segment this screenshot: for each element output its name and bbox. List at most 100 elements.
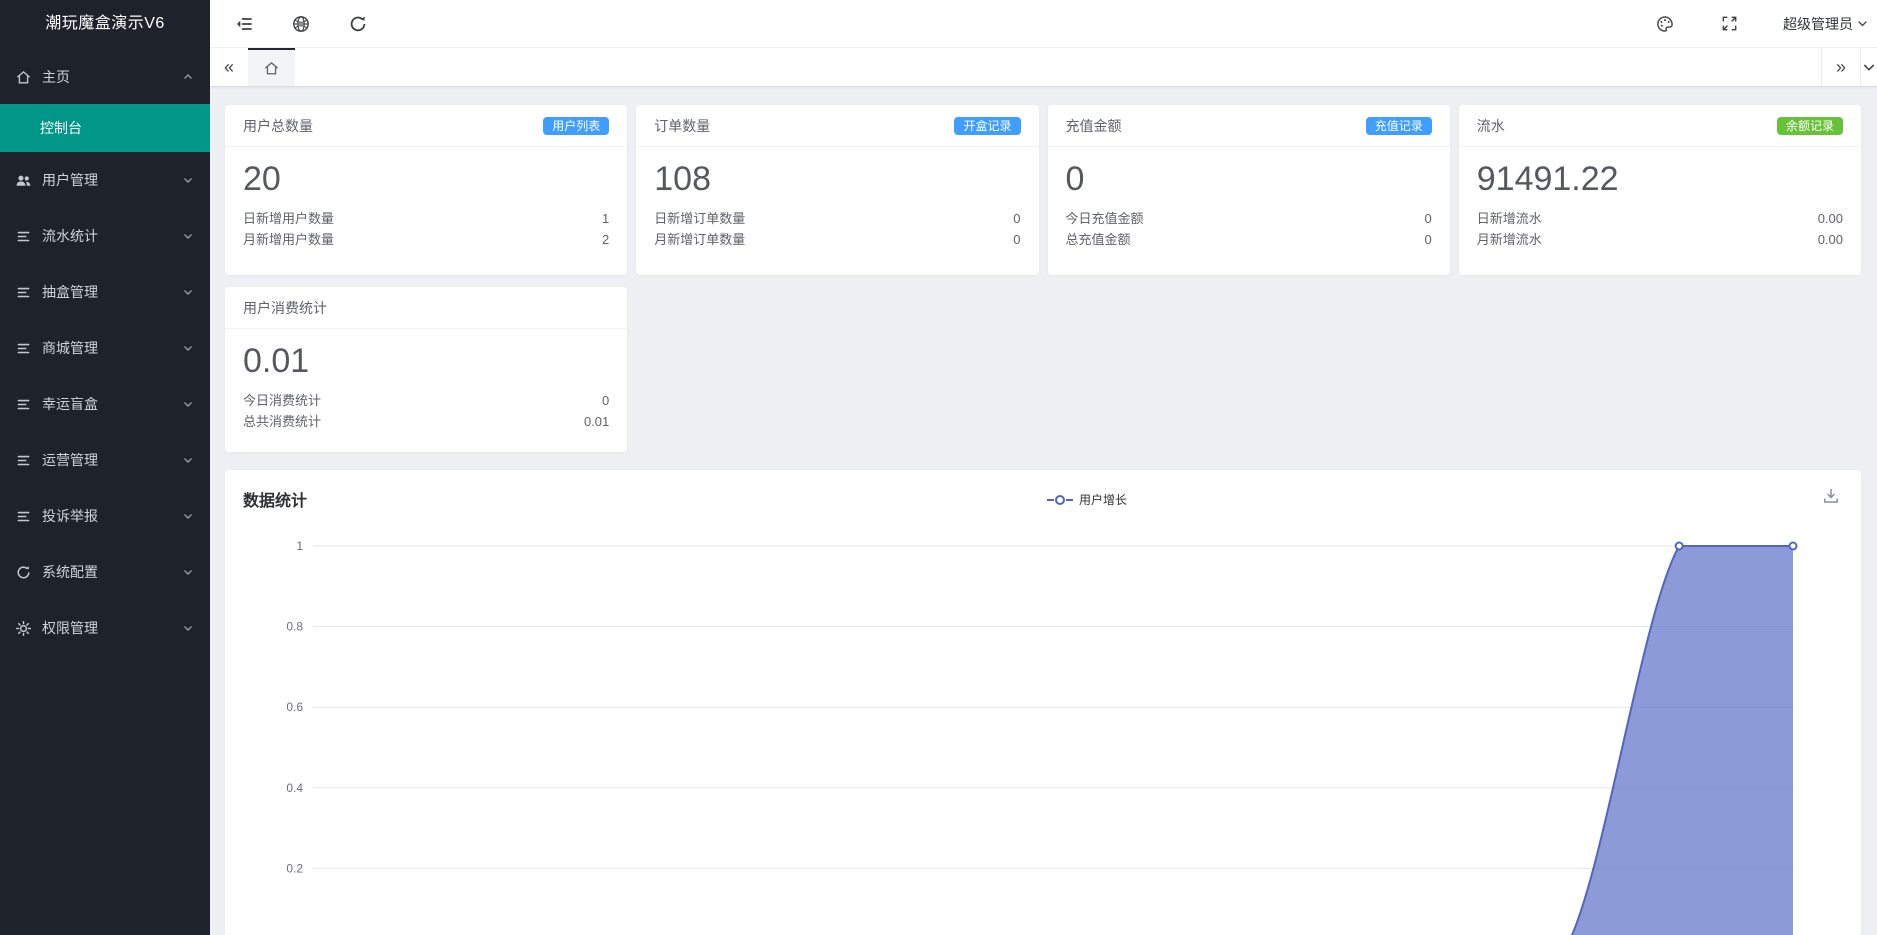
sidebar-item-home[interactable]: 主页 bbox=[0, 50, 210, 104]
card-row-label: 日新增用户数量 bbox=[243, 208, 334, 229]
chevron-down-icon bbox=[182, 454, 194, 466]
stat-cards-row-2: 用户消费统计 0.01 今日消费统计 0 总共消费统计 0.01 bbox=[225, 287, 1861, 452]
card-row-label: 日新增流水 bbox=[1477, 208, 1542, 229]
card-row: 今日消费统计 0 bbox=[225, 390, 627, 411]
chart-card: 数据统计 用户增长 10.80.60.40.2 bbox=[225, 470, 1861, 935]
theme-palette-icon[interactable] bbox=[1655, 14, 1675, 34]
svg-text:0.4: 0.4 bbox=[286, 781, 303, 795]
chevron-down-icon bbox=[182, 174, 194, 186]
sidebar-item-sys-config[interactable]: 系统配置 bbox=[0, 544, 210, 600]
stat-cards-row: 用户总数量 用户列表 20 日新增用户数量 1 月新增用户数量 2 订单数量 开… bbox=[225, 105, 1861, 275]
balance-records-badge[interactable]: 余额记录 bbox=[1777, 117, 1843, 135]
card-row-label: 月新增用户数量 bbox=[243, 229, 334, 250]
user-menu[interactable]: 超级管理员 bbox=[1783, 14, 1869, 34]
sidebar-item-box-mgmt[interactable]: 抽盒管理 bbox=[0, 264, 210, 320]
home-icon bbox=[263, 60, 280, 77]
legend-line-marker-icon bbox=[1047, 494, 1073, 506]
user-growth-area-chart[interactable]: 10.80.60.40.2 bbox=[225, 530, 1861, 935]
tabs-scroll-right-icon[interactable]: » bbox=[1821, 48, 1861, 86]
sidebar-item-mall-mgmt[interactable]: 商城管理 bbox=[0, 320, 210, 376]
tab-home[interactable] bbox=[248, 48, 295, 86]
card-consumption: 用户消费统计 0.01 今日消费统计 0 总共消费统计 0.01 bbox=[225, 287, 627, 452]
chart-legend[interactable]: 用户增长 bbox=[269, 491, 1861, 508]
card-row-value: 1 bbox=[602, 208, 609, 229]
card-orders: 订单数量 开盒记录 108 日新增订单数量 0 月新增订单数量 0 bbox=[636, 105, 1038, 275]
sidebar-item-user-mgmt[interactable]: 用户管理 bbox=[0, 152, 210, 208]
sidebar-item-label: 幸运盲盒 bbox=[42, 394, 182, 414]
sidebar-menu: 主页 控制台 用户管理 流水统计 bbox=[0, 50, 210, 656]
gear-icon bbox=[14, 619, 32, 637]
sidebar-item-ops-mgmt[interactable]: 运营管理 bbox=[0, 432, 210, 488]
sidebar-item-perm-mgmt[interactable]: 权限管理 bbox=[0, 600, 210, 656]
chevron-down-icon bbox=[182, 286, 194, 298]
card-row-label: 今日消费统计 bbox=[243, 390, 321, 411]
chevron-down-icon bbox=[1856, 17, 1869, 30]
card-row: 日新增订单数量 0 bbox=[636, 208, 1038, 229]
legend-label: 用户增长 bbox=[1079, 491, 1127, 508]
sidebar-item-label: 权限管理 bbox=[42, 618, 182, 638]
home-icon bbox=[14, 68, 32, 86]
card-title: 用户总数量 bbox=[243, 116, 313, 136]
sidebar-item-complaints[interactable]: 投诉举报 bbox=[0, 488, 210, 544]
sync-icon bbox=[14, 563, 32, 581]
sidebar-item-flow-stats[interactable]: 流水统计 bbox=[0, 208, 210, 264]
tabs-scroll-left-icon[interactable]: « bbox=[210, 48, 248, 86]
card-row-label: 总充值金额 bbox=[1066, 229, 1131, 250]
tabs-dropdown-icon[interactable] bbox=[1861, 48, 1877, 86]
sidebar-item-label: 运营管理 bbox=[42, 450, 182, 470]
card-row-value: 0 bbox=[1425, 229, 1432, 250]
topbar-right: 超级管理员 bbox=[1655, 14, 1869, 34]
card-row-label: 总共消费统计 bbox=[243, 411, 321, 432]
main-area: 超级管理员 « » 用户总数量 用户列表 bbox=[210, 0, 1877, 935]
card-value: 91491.22 bbox=[1477, 160, 1843, 199]
list-icon bbox=[14, 339, 32, 357]
chevron-down-icon bbox=[182, 622, 194, 634]
open-box-records-badge[interactable]: 开盒记录 bbox=[954, 117, 1020, 135]
card-row-value: 0.01 bbox=[584, 411, 609, 432]
sidebar-item-label: 主页 bbox=[42, 67, 182, 87]
sidebar-item-label: 用户管理 bbox=[42, 170, 182, 190]
sidebar-item-console[interactable]: 控制台 bbox=[0, 104, 210, 152]
card-row: 日新增用户数量 1 bbox=[225, 208, 627, 229]
svg-text:1: 1 bbox=[296, 539, 303, 553]
card-total-users: 用户总数量 用户列表 20 日新增用户数量 1 月新增用户数量 2 bbox=[225, 105, 627, 275]
card-flow: 流水 余额记录 91491.22 日新增流水 0.00 月新增流水 0.00 bbox=[1459, 105, 1861, 275]
chevron-down-icon bbox=[182, 230, 194, 242]
chevron-down-icon bbox=[182, 398, 194, 410]
recharge-records-badge[interactable]: 充值记录 bbox=[1366, 117, 1432, 135]
list-icon bbox=[14, 227, 32, 245]
card-row-value: 0 bbox=[1013, 208, 1020, 229]
card-title: 用户消费统计 bbox=[243, 298, 327, 318]
chevron-down-icon bbox=[182, 510, 194, 522]
card-row-value: 0.00 bbox=[1818, 229, 1843, 250]
tabbar-right: » bbox=[1821, 48, 1877, 86]
chevron-down-icon bbox=[182, 566, 194, 578]
download-chart-icon[interactable] bbox=[1821, 486, 1841, 506]
card-row-label: 日新增订单数量 bbox=[654, 208, 745, 229]
card-row-label: 月新增流水 bbox=[1477, 229, 1542, 250]
language-globe-icon[interactable] bbox=[291, 14, 311, 34]
card-row: 总共消费统计 0.01 bbox=[225, 411, 627, 432]
fullscreen-icon[interactable] bbox=[1719, 14, 1739, 34]
card-row: 月新增用户数量 2 bbox=[225, 229, 627, 250]
users-icon bbox=[14, 171, 32, 189]
card-row-value: 0 bbox=[1425, 208, 1432, 229]
svg-text:0.6: 0.6 bbox=[286, 700, 303, 714]
content: 用户总数量 用户列表 20 日新增用户数量 1 月新增用户数量 2 订单数量 开… bbox=[210, 87, 1877, 935]
refresh-icon[interactable] bbox=[348, 14, 368, 34]
card-title: 流水 bbox=[1477, 116, 1505, 136]
user-list-badge[interactable]: 用户列表 bbox=[543, 117, 609, 135]
card-row-value: 2 bbox=[602, 229, 609, 250]
card-row-label: 今日充值金额 bbox=[1066, 208, 1144, 229]
sidebar-item-label: 抽盒管理 bbox=[42, 282, 182, 302]
collapse-sidebar-icon[interactable] bbox=[234, 14, 254, 34]
chevron-down-icon bbox=[182, 342, 194, 354]
list-icon bbox=[14, 507, 32, 525]
card-row: 月新增订单数量 0 bbox=[636, 229, 1038, 250]
sidebar: 潮玩魔盒演示V6 主页 控制台 用户管理 流水统计 bbox=[0, 0, 210, 935]
svg-text:0.8: 0.8 bbox=[286, 620, 303, 634]
list-icon bbox=[14, 283, 32, 301]
card-value: 20 bbox=[243, 160, 609, 199]
sidebar-item-lucky-box[interactable]: 幸运盲盒 bbox=[0, 376, 210, 432]
card-value: 0.01 bbox=[243, 342, 609, 381]
